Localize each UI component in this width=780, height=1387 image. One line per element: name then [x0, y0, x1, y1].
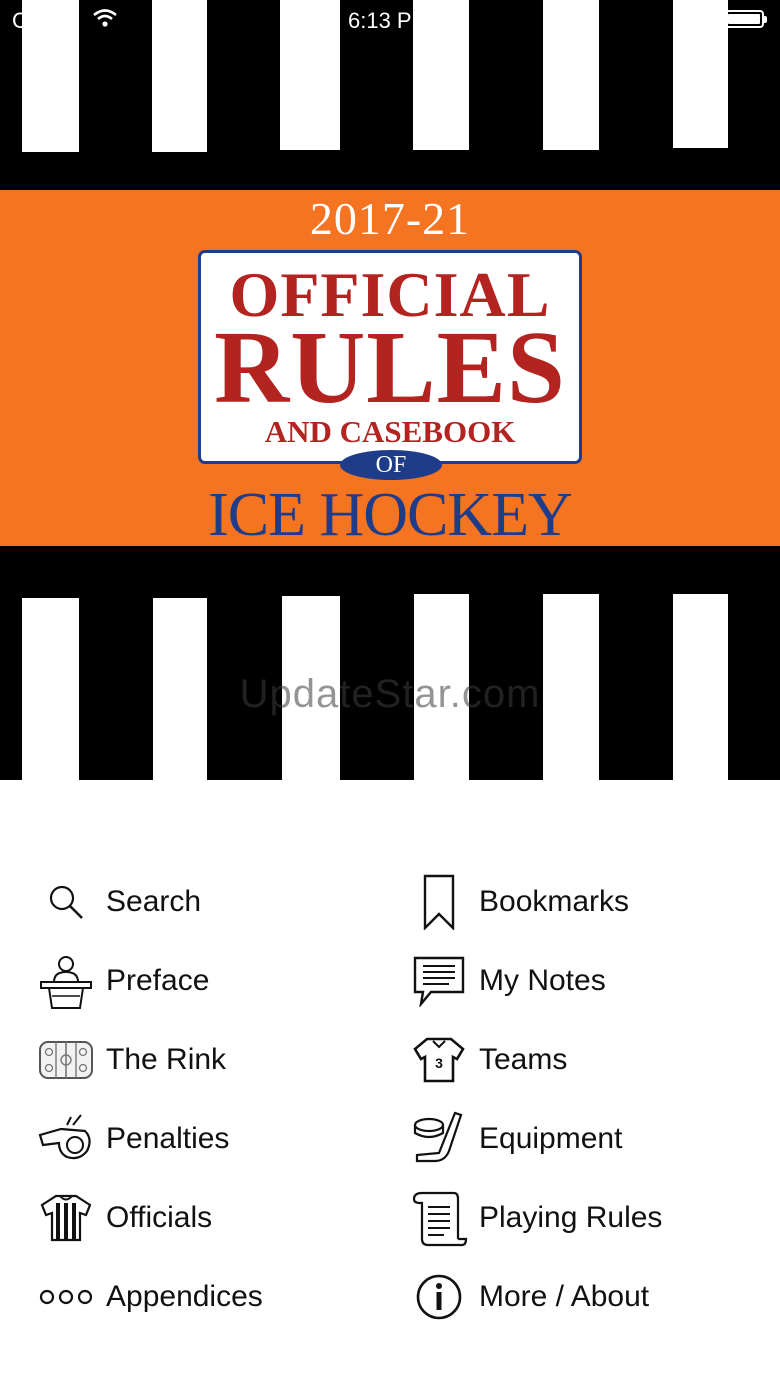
referee-jersey-icon: [36, 1188, 96, 1248]
menu-item-playing-rules[interactable]: Playing Rules: [409, 1188, 662, 1248]
cover-title-casebook: AND CASEBOOK: [264, 414, 516, 449]
info-icon: [409, 1267, 469, 1327]
menu-item-search[interactable]: Search: [36, 872, 201, 932]
menu-label: Bookmarks: [479, 885, 630, 918]
wifi-icon: [92, 8, 118, 28]
stick-puck-icon: [409, 1109, 469, 1169]
notes-icon: [409, 951, 469, 1011]
cover-subtitle: ICE HOCKEY: [208, 481, 573, 549]
svg-text:3: 3: [435, 1055, 443, 1071]
menu-item-penalties[interactable]: Penalties: [36, 1109, 229, 1169]
menu-item-teams[interactable]: 3 Teams: [409, 1030, 567, 1090]
menu-label: Preface: [106, 964, 210, 997]
podium-speaker-icon: [36, 951, 96, 1011]
rink-icon: [36, 1030, 96, 1090]
cover-year: 2017-21: [309, 193, 471, 244]
search-icon: [36, 872, 96, 932]
whistle-icon: [36, 1109, 96, 1169]
menu-item-the-rink[interactable]: The Rink: [36, 1030, 226, 1090]
menu-label: Officials: [106, 1201, 213, 1234]
menu-label: The Rink: [106, 1043, 227, 1076]
menu-item-bookmarks[interactable]: Bookmarks: [409, 872, 629, 932]
bookmark-icon: [409, 872, 469, 932]
menu-item-appendices[interactable]: Appendices: [36, 1267, 263, 1327]
ellipsis-icon: [36, 1267, 96, 1327]
menu-label: My Notes: [479, 964, 606, 997]
menu-label: Penalties: [106, 1122, 230, 1155]
team-jersey-icon: 3: [409, 1030, 469, 1090]
menu-label: Teams: [479, 1043, 568, 1076]
menu-item-preface[interactable]: Preface: [36, 951, 209, 1011]
menu-item-equipment[interactable]: Equipment: [409, 1109, 622, 1169]
menu-label: Playing Rules: [479, 1201, 663, 1234]
menu-label: More / About: [479, 1280, 650, 1313]
menu-label: Equipment: [479, 1122, 623, 1155]
menu-item-more-about[interactable]: More / About: [409, 1267, 649, 1327]
watermark: UpdateStar.com: [239, 672, 541, 716]
cover-title-rules: RULES: [214, 310, 566, 425]
cover-image: 2017-21 OFFICIAL RULES AND CASEBOOK OF I…: [0, 0, 780, 780]
carrier-label: Carrier: [12, 8, 80, 33]
menu-item-officials[interactable]: Officials: [36, 1188, 212, 1248]
menu-label: Search: [106, 885, 202, 918]
status-time: 6:13 PM: [348, 8, 430, 33]
menu-label: Appendices: [106, 1280, 263, 1313]
menu-item-my-notes[interactable]: My Notes: [409, 951, 606, 1011]
scroll-icon: [409, 1188, 469, 1248]
battery-icon: [724, 10, 767, 28]
cover-of-badge: OF: [340, 450, 442, 480]
status-bar: Carrier 6:13 PM: [0, 0, 780, 40]
